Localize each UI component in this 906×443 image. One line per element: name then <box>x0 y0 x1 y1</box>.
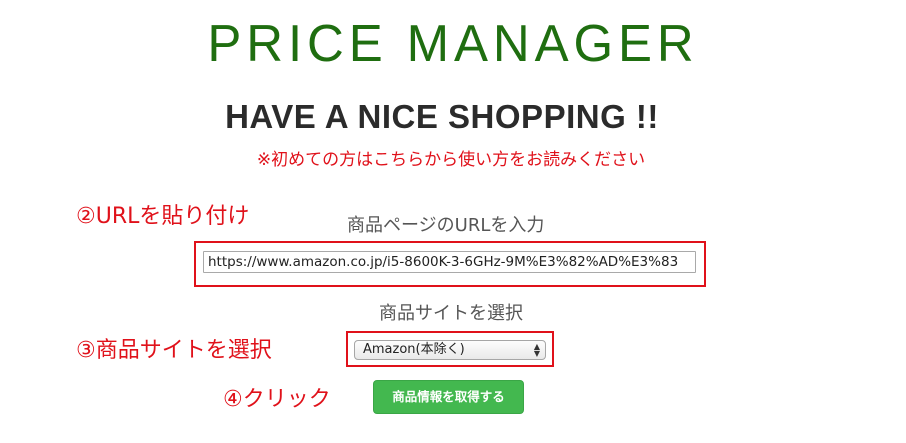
step4-annotation: ④クリック <box>223 387 331 412</box>
step2-annotation: ②URLを貼り付け <box>76 204 250 229</box>
app-subtitle: HAVE A NICE SHOPPING !! <box>225 98 659 135</box>
url-field-label: 商品ページのURLを入力 <box>347 215 545 236</box>
site-field-label: 商品サイトを選択 <box>379 303 523 324</box>
step3-annotation: ③商品サイトを選択 <box>76 338 272 363</box>
help-link[interactable]: ※初めての方はこちらから使い方をお読みください <box>0 148 902 172</box>
get-product-info-button[interactable]: 商品情報を取得する <box>373 380 524 414</box>
site-select-value: Amazon(本除く) <box>363 342 465 357</box>
url-input[interactable] <box>203 251 696 273</box>
url-highlight-box <box>194 241 706 287</box>
site-highlight-box: Amazon(本除く) ▲ ▼ <box>346 331 554 367</box>
app-title: PRICE MANAGER <box>207 15 699 73</box>
site-select[interactable]: Amazon(本除く) ▲ ▼ <box>354 340 546 360</box>
select-arrows-icon: ▲ ▼ <box>533 342 540 358</box>
